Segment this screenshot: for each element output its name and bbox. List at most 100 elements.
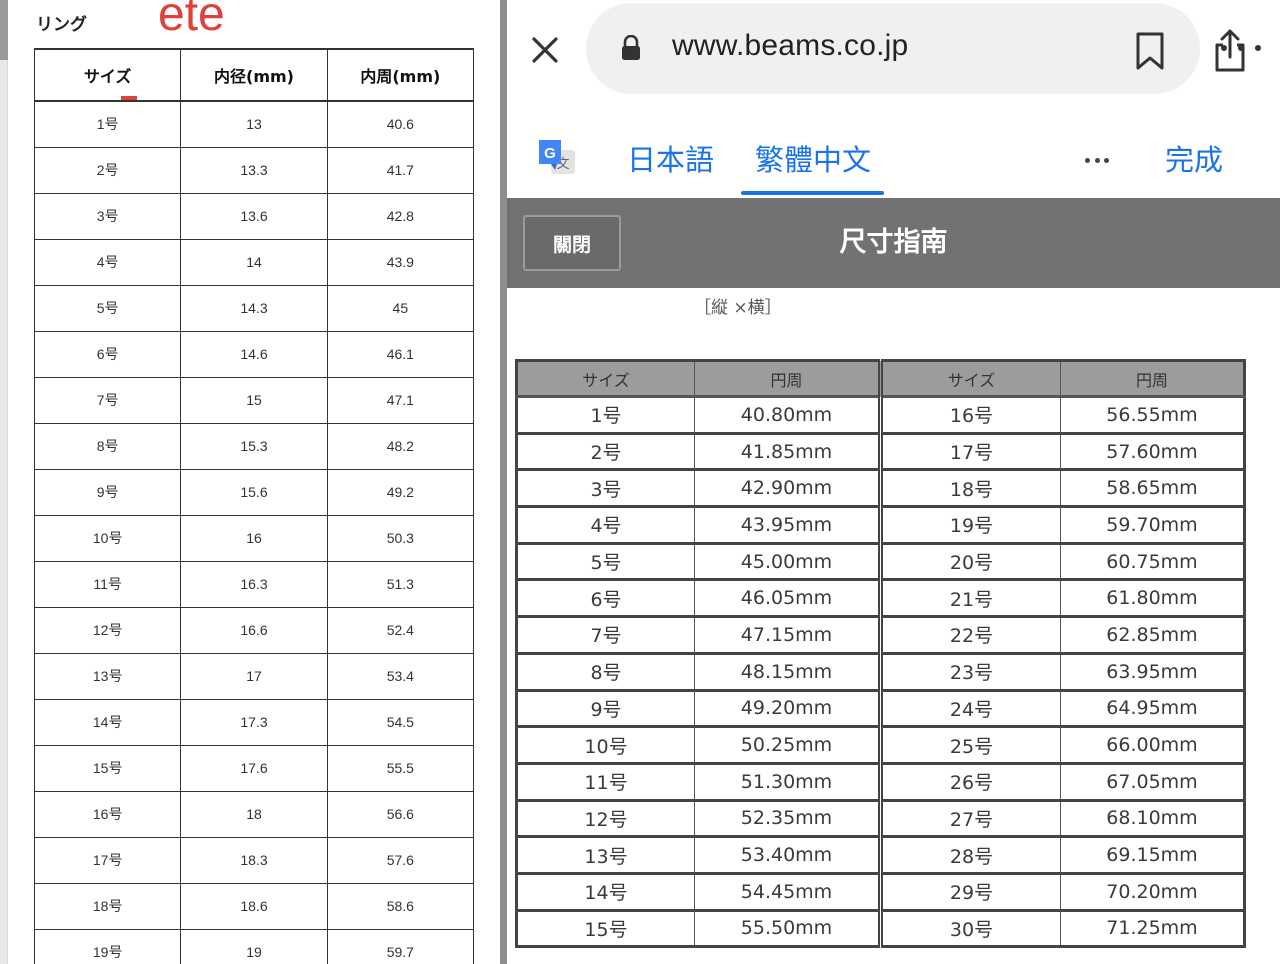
lock-icon [622,35,640,60]
cell-circumference-left: 54.45mm [694,872,883,912]
cell-inner-circumference: 50.3 [326,514,475,562]
cell-inner-diameter: 19 [180,928,328,964]
cell-size-left: 8号 [516,652,695,692]
close-tab-button[interactable] [527,32,563,68]
table-row: 18号 18.6 58.6 [33,882,475,930]
cell-circumference-right: 58.65mm [1060,469,1245,509]
cell-inner-circumference: 48.2 [326,422,475,470]
cell-circumference-left: 52.35mm [694,799,883,839]
browser-menu-button[interactable] [1221,36,1261,60]
url-text: www.beams.co.jp [672,29,909,62]
cell-size-left: 13号 [516,836,695,875]
table-row: 15号 55.50mm 30号 71.25mm [516,909,1245,948]
table-row: 9号 49.20mm 24号 64.95mm [516,689,1245,729]
cell-inner-diameter: 18 [180,790,328,838]
header-inner-circumference: 内周(mm) [326,48,475,102]
size-table-header-row: サイズ 円周 サイズ 円周 [516,360,1245,398]
cell-inner-diameter: 15.6 [180,468,328,516]
cell-inner-diameter: 15.3 [180,422,328,470]
tab-japanese[interactable]: 日本語 [627,140,714,180]
cell-inner-diameter: 17 [180,652,328,700]
more-icon [1221,45,1227,51]
table-row: 1号 13 40.6 [33,100,475,148]
translate-more-button[interactable] [1085,156,1109,164]
cell-circumference-left: 53.40mm [694,836,883,875]
more-icon-dot [1094,157,1100,163]
cell-circumference-right: 59.70mm [1060,506,1245,545]
cell-inner-circumference: 46.1 [326,330,475,378]
cell-inner-diameter: 13 [180,100,328,148]
table-row: 6号 14.6 46.1 [33,330,475,378]
tab-traditional-chinese[interactable]: 繁體中文 [755,140,871,180]
cell-size-right: 21号 [880,579,1061,619]
cell-size-right: 28号 [880,836,1061,875]
table-row: 13号 53.40mm 28号 69.15mm [516,836,1245,875]
split-divider[interactable] [500,0,507,964]
cell-inner-circumference: 41.7 [326,146,475,194]
cell-circumference-left: 42.90mm [694,469,883,509]
table-row: 7号 15 47.1 [33,376,475,424]
cell-inner-diameter: 16.6 [180,606,328,654]
table-row: 8号 15.3 48.2 [33,422,475,470]
cell-size: 13号 [33,652,182,700]
browser-window: www.beams.co.jp 文 G 日本語 繁體中文 完成 尺寸指南 關閉 … [507,0,1280,964]
modal-header: 尺寸指南 關閉 [507,198,1280,288]
cell-inner-diameter: 14 [180,238,328,286]
table-row: 6号 46.05mm 21号 61.80mm [516,579,1245,619]
cell-size-left: 3号 [516,469,695,509]
table-row: 3号 42.90mm 18号 58.65mm [516,469,1245,509]
cell-size-left: 12号 [516,799,695,839]
cell-circumference-left: 51.30mm [694,762,883,802]
cell-size-left: 7号 [516,616,695,655]
address-bar[interactable]: www.beams.co.jp [586,3,1245,94]
cell-inner-circumference: 45 [326,284,475,332]
cell-size: 5号 [33,284,182,332]
close-modal-button[interactable]: 關閉 [523,215,621,271]
cell-inner-diameter: 17.6 [180,744,328,792]
cell-size-right: 30号 [880,909,1061,948]
cell-inner-circumference: 57.6 [326,836,475,884]
cell-size: 17号 [33,836,182,884]
close-icon [532,37,558,63]
cell-size-right: 24号 [880,689,1061,729]
table-row: 14号 17.3 54.5 [33,698,475,746]
cell-circumference-left: 55.50mm [694,909,883,948]
bookmark-button[interactable] [1132,31,1168,71]
table-row: 7号 47.15mm 22号 62.85mm [516,616,1245,655]
cell-inner-circumference: 56.6 [326,790,475,838]
table-row: 11号 51.30mm 26号 67.05mm [516,762,1245,802]
cell-inner-circumference: 43.9 [326,238,475,286]
cell-size-left: 9号 [516,689,695,729]
cell-inner-circumference: 55.5 [326,744,475,792]
cell-size: 14号 [33,698,182,746]
table-row: 8号 48.15mm 23号 63.95mm [516,652,1245,692]
cell-circumference-right: 63.95mm [1060,652,1245,692]
cell-size-left: 1号 [516,396,695,435]
cell-size-left: 2号 [516,432,695,472]
table-header-row: サイズ 内径(mm) 内周(mm) [33,48,475,102]
cell-inner-diameter: 14.6 [180,330,328,378]
cell-size: 16号 [33,790,182,838]
header-circumference-right: 円周 [1060,360,1245,398]
cell-inner-diameter: 14.3 [180,284,328,332]
header-inner-diameter: 内径(mm) [180,48,328,102]
table-row: 13号 17 53.4 [33,652,475,700]
cell-size: 12号 [33,606,182,654]
cell-circumference-right: 68.10mm [1060,799,1245,839]
cell-circumference-right: 62.85mm [1060,616,1245,655]
cell-circumference-left: 48.15mm [694,652,883,692]
header-size-right: サイズ [880,360,1061,398]
cell-size-left: 6号 [516,579,695,619]
document-title: リング [36,15,87,35]
cell-size: 10号 [33,514,182,562]
done-button[interactable]: 完成 [1165,140,1223,180]
cell-size: 9号 [33,468,182,516]
header-size: サイズ [33,48,182,102]
cell-size-right: 16号 [880,396,1061,435]
table-row: 10号 50.25mm 25号 66.00mm [516,726,1245,765]
cell-inner-circumference: 54.5 [326,698,475,746]
dimension-note: ［縦 ×横］ [694,298,782,318]
table-row: 10号 16 50.3 [33,514,475,562]
cell-size: 2号 [33,146,182,194]
cell-circumference-left: 50.25mm [694,726,883,765]
